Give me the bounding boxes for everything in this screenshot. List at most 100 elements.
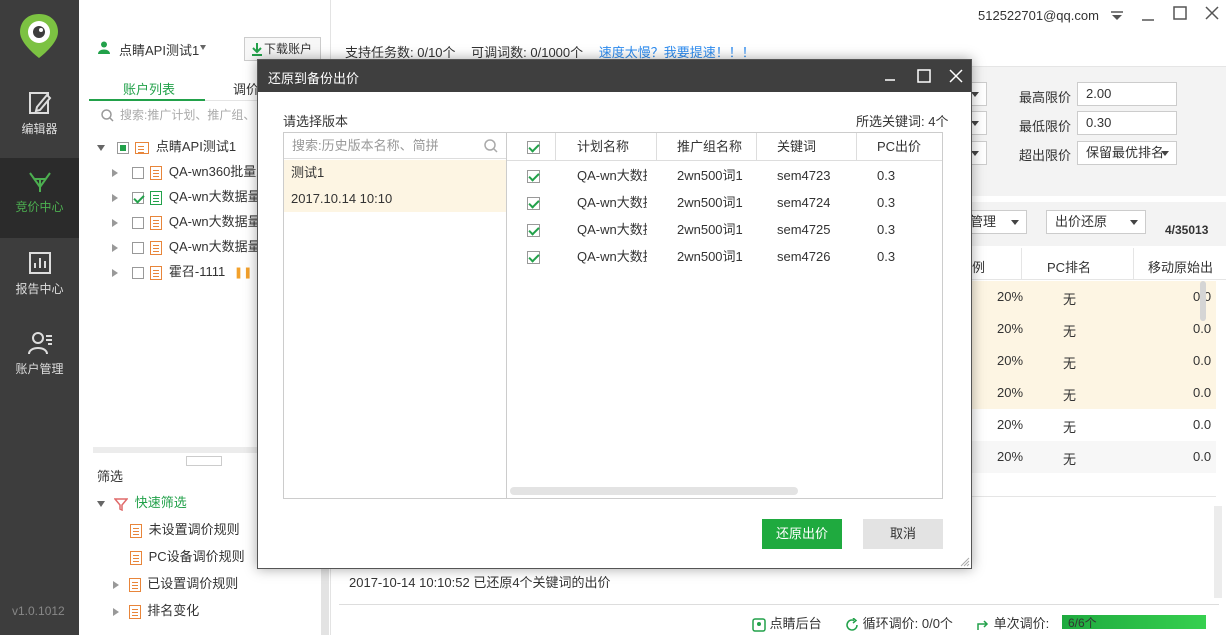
cell-price: 0.3 [877,222,896,237]
version-item[interactable]: 2017.10.14 10:10 [284,186,506,212]
keyword-row[interactable]: QA-wn大数据 2wn500词1 sem4723 0.3 [507,162,942,189]
minimize-icon[interactable] [880,66,900,86]
col-pc-price[interactable]: PC出价 [877,133,921,160]
cell-rank: 无 [1063,452,1077,467]
cell-rank: 无 [1063,420,1077,435]
expand-icon[interactable] [112,268,118,277]
tree-checkbox[interactable] [131,166,144,179]
backend-link[interactable]: 点睛后台 [752,613,822,632]
expand-icon[interactable] [113,607,119,616]
expand-icon[interactable] [112,193,118,202]
filter-item-unset[interactable]: 未设置调价规则 [127,519,240,538]
row-checkbox[interactable] [527,189,540,216]
dialog-titlebar[interactable]: 还原到备份出价 [258,60,971,92]
filter-item-set[interactable]: 已设置调价规则 [113,573,238,592]
restore-price-select[interactable]: 出价还原 [1046,210,1146,234]
filter-item-pc[interactable]: PC设备调价规则 [127,546,245,565]
cell-price: 0.3 [877,168,896,183]
rail-item-bidding[interactable]: 竞价中心 [0,158,79,238]
rail-item-report[interactable]: 报告中心 [0,240,79,320]
keyword-row[interactable]: QA-wn大数据 2wn500词1 sem4726 0.3 [507,243,942,270]
close-icon[interactable] [946,66,966,86]
cell-group: 2wn500词1 [677,195,743,210]
col-pc-rank[interactable]: PC排名 [1047,257,1091,276]
speed-up-link[interactable]: 速度太慢？我要提速！！！ [599,45,755,60]
select-all-checkbox[interactable] [527,133,540,160]
col-separator [656,133,657,161]
tree-checkbox[interactable] [131,191,144,204]
resize-grip-icon[interactable] [960,557,970,567]
min-price-input[interactable]: 0.30 [1077,111,1177,135]
tree-item[interactable]: QA-wn大数据量_ [112,236,268,256]
cell-plan: QA-wn大数据 [577,195,647,210]
cell-mobile: 0.0 [1193,321,1212,336]
loop-adjust-status[interactable]: 循环调价: 0/0个 [845,613,953,632]
minimize-icon[interactable] [1141,8,1155,22]
filter-item-label: 排名变化 [147,603,200,618]
close-icon[interactable] [1205,6,1219,20]
row-checkbox[interactable] [527,243,540,270]
keyword-row[interactable]: QA-wn大数据 2wn500词1 sem4725 0.3 [507,216,942,243]
expand-icon[interactable] [113,580,119,589]
cancel-button[interactable]: 取消 [863,519,943,549]
expand-icon[interactable] [112,218,118,227]
keyword-row[interactable]: QA-wn大数据 2wn500词1 sem4724 0.3 [507,189,942,216]
tree-item[interactable]: 霍召-1111 ❚❚ [112,261,252,281]
tab-adjust[interactable]: 调价 [233,79,259,98]
maximize-icon[interactable] [1173,6,1187,20]
keyword-grid-scrollbar[interactable] [510,487,798,495]
tree-checkbox[interactable] [131,266,144,279]
tree-item-root[interactable]: 点睛API测试1 [97,136,236,156]
cell-keyword: sem4725 [777,222,831,237]
download-account-label: 下载账户 [264,42,313,56]
cell-rank: 无 [1063,324,1077,339]
backend-label: 点睛后台 [769,616,822,631]
max-price-input[interactable]: 2.00 [1077,82,1177,106]
cell-mobile: 0.0 [1193,353,1212,368]
cell-group: 2wn500词1 [677,222,743,237]
col-separator [756,133,757,161]
filter-item-label: 已设置调价规则 [147,576,239,591]
tree-checkbox[interactable] [131,216,144,229]
version-item[interactable]: 测试1 [284,160,506,186]
version-search-input[interactable]: 搜索:历史版本名称、简拼 [284,133,506,159]
col-plan-name[interactable]: 计划名称 [577,133,629,160]
cell-price: 0.3 [877,249,896,264]
over-limit-select[interactable]: 保留最优排名 [1077,141,1177,165]
tab-account-list[interactable]: 账户列表 [123,79,175,98]
row-checkbox[interactable] [527,216,540,243]
filter-scrollbar[interactable] [321,558,329,635]
rail-item-account[interactable]: 账户管理 [0,320,79,400]
account-name[interactable]: 点睛API测试1 [119,40,199,59]
restore-price-button[interactable]: 还原出价 [762,519,842,549]
tree-item[interactable]: QA-wn大数据量_ [112,211,268,231]
tree-checkbox[interactable] [131,241,144,254]
tree-item[interactable]: QA-wn360批量上 [112,161,269,181]
collapse-toggle[interactable] [186,456,222,466]
account-search-placeholder: 搜索:推广计划、推广组、 [120,108,256,122]
tree-item[interactable]: QA-wn大数据量_ [112,186,268,206]
quick-filter-row[interactable]: 快速筛选 [97,492,187,512]
expand-icon[interactable] [112,243,118,252]
expand-icon[interactable] [112,168,118,177]
tree-checkbox[interactable] [116,141,129,154]
rail-item-editor[interactable]: 编辑器 [0,80,79,160]
grid-scrollbar[interactable] [1200,281,1206,321]
col-separator [856,133,857,161]
maximize-icon[interactable] [914,66,934,86]
expand-icon[interactable] [97,500,105,507]
row-checkbox[interactable] [527,162,540,189]
account-dropdown-icon[interactable] [200,45,206,50]
menu-dropdown-icon[interactable] [1110,11,1124,21]
col-keyword[interactable]: 关键词 [777,133,816,160]
filter-item-rank[interactable]: 排名变化 [113,600,199,619]
col-mobile-price[interactable]: 移动原始出 [1148,257,1213,276]
search-icon [484,139,498,153]
restore-backup-dialog: 还原到备份出价 请选择版本 所选关键词: 4个 搜索:历史版本名称、简拼 测试1… [257,59,972,569]
download-account-button[interactable]: 下载账户 [244,37,321,61]
expand-icon[interactable] [97,144,105,151]
col-group-name[interactable]: 推广组名称 [677,133,742,160]
user-email[interactable]: 512522701@qq.com [978,8,1099,23]
version-search-placeholder: 搜索:历史版本名称、简拼 [292,138,439,153]
log-scrollbar[interactable] [1214,506,1222,598]
